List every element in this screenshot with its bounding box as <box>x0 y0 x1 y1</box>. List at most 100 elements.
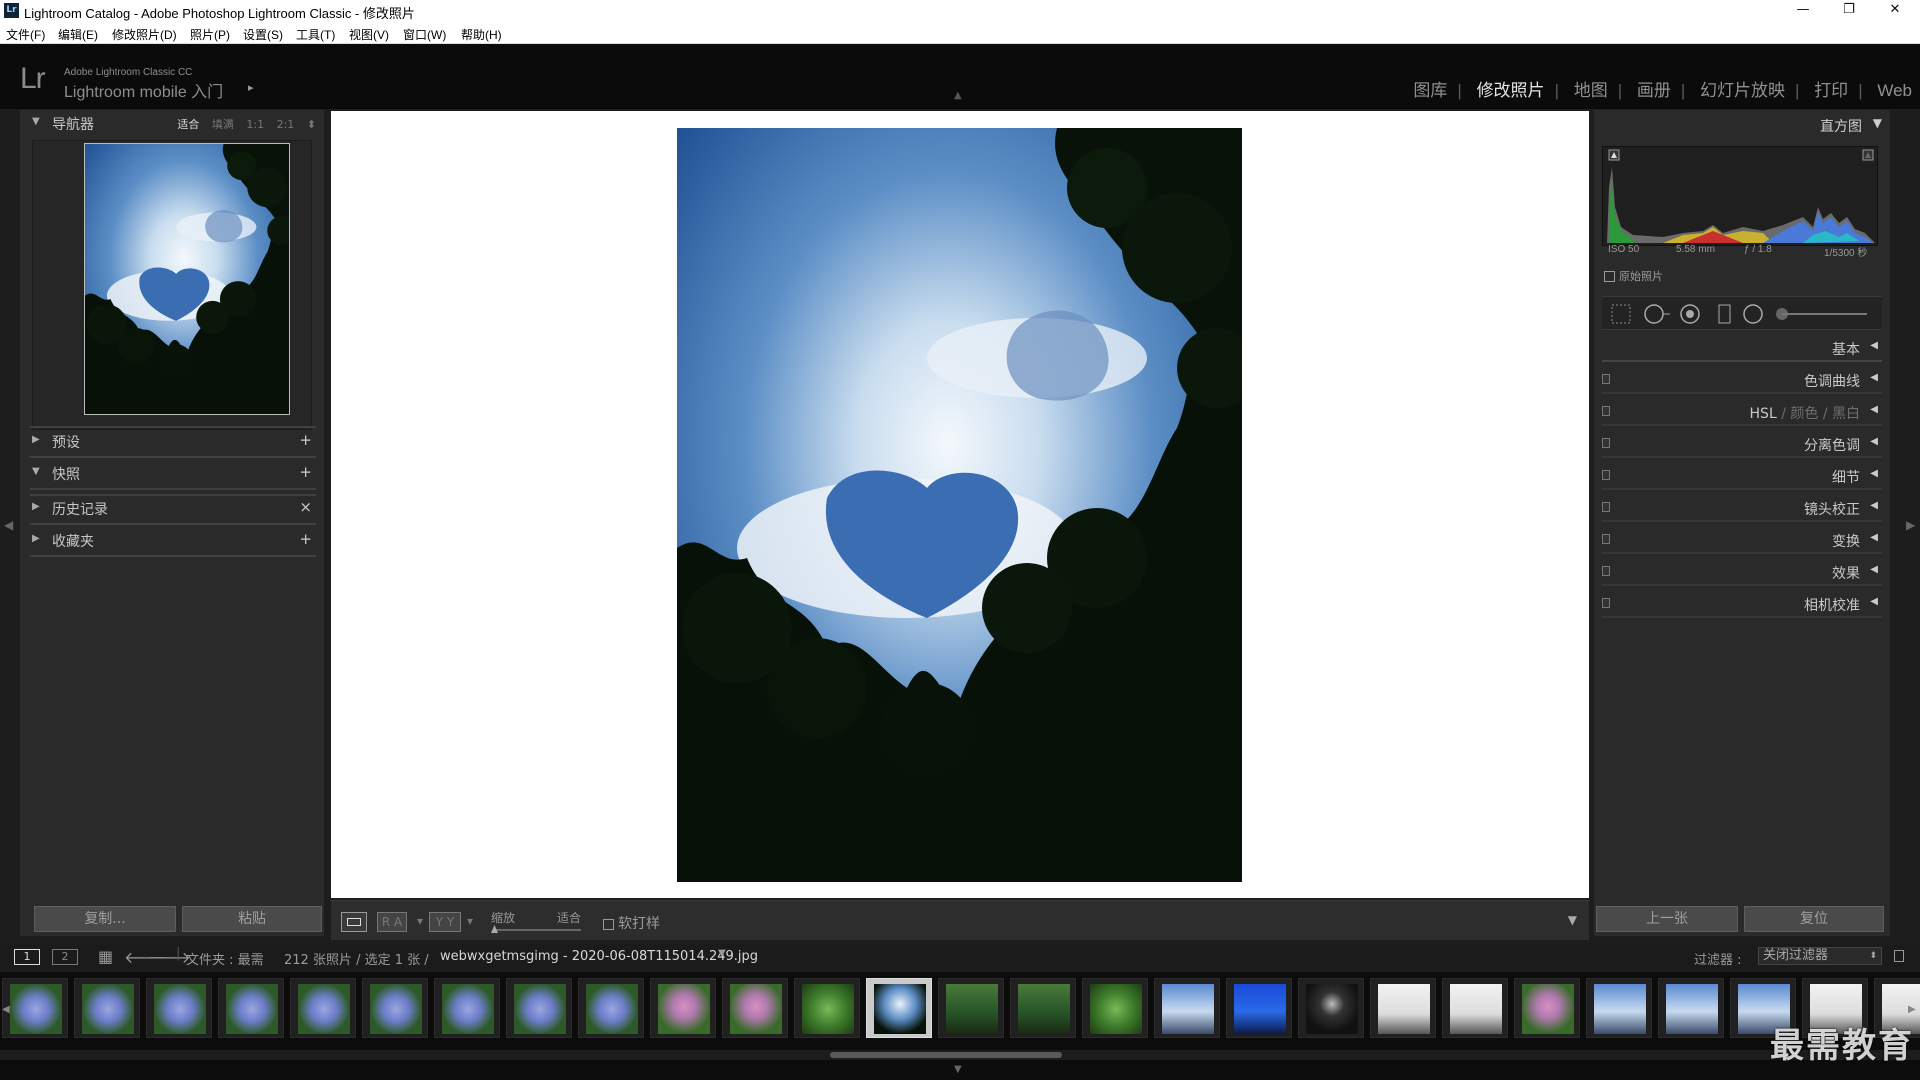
spot-removal-icon[interactable] <box>1644 304 1670 324</box>
previous-button[interactable]: 上一张 <box>1596 906 1738 932</box>
filmstrip-thumbnail[interactable] <box>2 978 68 1038</box>
module-web[interactable]: Web <box>1877 81 1912 100</box>
minimize-icon[interactable]: — <box>1780 0 1826 22</box>
module-book[interactable]: 画册 <box>1637 81 1671 100</box>
copy-settings-button[interactable]: 复制... <box>34 906 176 932</box>
zoom-2-1[interactable]: 2:1 <box>277 118 295 131</box>
filmstrip-scrollbar[interactable] <box>830 1052 1062 1058</box>
filmstrip-thumbnail[interactable] <box>794 978 860 1038</box>
forward-arrow-icon[interactable]: 🡒 <box>148 947 191 967</box>
collections-header[interactable]: ▶ 收藏夹 + <box>26 529 318 553</box>
dropdown-arrow-icon[interactable]: ▾ <box>465 912 475 932</box>
module-map[interactable]: 地图 <box>1574 81 1608 100</box>
snapshots-header[interactable]: ▼ 快照 + <box>26 462 318 486</box>
scroll-right-icon[interactable]: ▶ <box>1908 1004 1916 1015</box>
add-collection-icon[interactable]: + <box>299 530 312 548</box>
filmstrip-thumbnail[interactable] <box>218 978 284 1038</box>
filmstrip-thumbnail[interactable] <box>578 978 644 1038</box>
histogram[interactable] <box>1602 146 1878 246</box>
close-icon[interactable]: ✕ <box>1872 0 1918 22</box>
module-slideshow[interactable]: 幻灯片放映 <box>1700 81 1785 100</box>
filter-select[interactable]: 关闭过滤器 ⬍ <box>1758 947 1882 965</box>
page-2-button[interactable]: 2 <box>52 949 78 965</box>
reset-button[interactable]: 复位 <box>1744 906 1884 932</box>
zoom-slider-track[interactable] <box>493 929 581 931</box>
menu-photo[interactable]: 照片(P) <box>190 26 230 43</box>
paste-settings-button[interactable]: 粘贴 <box>182 906 322 932</box>
folder-label[interactable]: 文件夹 : 最需 <box>186 949 264 968</box>
filmstrip-thumbnail[interactable] <box>434 978 500 1038</box>
loupe-view-icon[interactable] <box>341 912 367 932</box>
menu-window[interactable]: 窗口(W) <box>403 26 446 43</box>
original-photo-toggle[interactable]: 原始照片 <box>1604 268 1663 284</box>
filmstrip-thumbnail[interactable] <box>74 978 140 1038</box>
panel-switch-icon[interactable] <box>1602 534 1610 544</box>
red-eye-icon[interactable] <box>1680 304 1700 324</box>
panel-tone-curve[interactable]: 色调曲线 ◀ <box>1602 366 1882 394</box>
restore-icon[interactable]: ❐ <box>1826 0 1872 22</box>
histogram-collapse-icon[interactable]: ▼ <box>1873 116 1882 130</box>
clear-history-icon[interactable]: × <box>299 498 312 516</box>
soft-proofing-checkbox[interactable] <box>603 919 614 930</box>
add-snapshot-icon[interactable]: + <box>299 463 312 481</box>
panel-detail[interactable]: 细节 ◀ <box>1602 462 1882 490</box>
zoom-dropdown-icon[interactable]: ⬍ <box>307 118 316 131</box>
presets-header[interactable]: ▶ 预设 + <box>26 430 318 454</box>
panel-camera-calibration[interactable]: 相机校准 ◀ <box>1602 590 1882 618</box>
zoom-1-1[interactable]: 1:1 <box>246 118 264 131</box>
play-arrow-icon[interactable]: ▸ <box>248 81 254 94</box>
panel-transform[interactable]: 变换 ◀ <box>1602 526 1882 554</box>
collapse-right-icon[interactable]: ▶ <box>1906 518 1915 532</box>
before-after-yy-button[interactable]: Y Y <box>429 912 461 932</box>
main-photo[interactable] <box>677 128 1242 882</box>
radial-filter-icon[interactable] <box>1743 304 1763 324</box>
scroll-left-icon[interactable]: ◀ <box>2 1004 10 1015</box>
zoom-fit[interactable]: 适合 <box>177 118 199 131</box>
color-tab[interactable]: 颜色 <box>1790 406 1818 422</box>
zoom-fill[interactable]: 填满 <box>212 118 234 131</box>
panel-effects[interactable]: 效果 ◀ <box>1602 558 1882 586</box>
before-after-ra-button[interactable]: R A <box>377 912 407 932</box>
crop-overlay-icon[interactable] <box>1611 304 1631 324</box>
adjustment-brush-icon[interactable] <box>1776 308 1867 320</box>
panel-basic[interactable]: 基本 ◀ <box>1602 334 1882 362</box>
collapse-bottom-icon[interactable]: ▼ <box>954 1064 962 1075</box>
add-preset-icon[interactable]: + <box>299 431 312 449</box>
filmstrip-thumbnail[interactable] <box>506 978 572 1038</box>
toolbar-menu-icon[interactable]: ▼ <box>1568 913 1577 927</box>
page-1-button[interactable]: 1 <box>14 949 40 965</box>
menu-tools[interactable]: 工具(T) <box>296 26 335 43</box>
module-develop[interactable]: 修改照片 <box>1477 81 1545 100</box>
filename-dropdown-icon[interactable]: ▼ <box>718 948 726 959</box>
filmstrip-thumbnail[interactable] <box>866 978 932 1038</box>
panel-split-toning[interactable]: 分离色调 ◀ <box>1602 430 1882 458</box>
bw-tab[interactable]: 黑白 <box>1832 406 1860 422</box>
filmstrip-thumbnail[interactable] <box>146 978 212 1038</box>
panel-switch-icon[interactable] <box>1602 470 1610 480</box>
menu-develop[interactable]: 修改照片(D) <box>112 26 177 43</box>
collapse-left-icon[interactable]: ◀ <box>4 518 13 532</box>
identity-mobile-link[interactable]: Lightroom mobile 入门 <box>64 78 223 102</box>
panel-lens-corrections[interactable]: 镜头校正 ◀ <box>1602 494 1882 522</box>
navigator-thumbnail[interactable] <box>84 143 290 415</box>
panel-hsl[interactable]: HSL / 颜色 / 黑白 ◀ <box>1602 398 1882 426</box>
filmstrip-thumbnail[interactable] <box>1586 978 1652 1038</box>
filmstrip-thumbnail[interactable] <box>722 978 788 1038</box>
soft-proofing-toggle[interactable]: 软打样 <box>603 913 660 933</box>
grid-view-icon[interactable]: ▦ <box>98 947 113 966</box>
filmstrip-thumbnail[interactable] <box>1298 978 1364 1038</box>
history-header[interactable]: ▶ 历史记录 × <box>26 497 318 521</box>
filmstrip-thumbnail[interactable] <box>1082 978 1148 1038</box>
panel-switch-icon[interactable] <box>1602 566 1610 576</box>
dropdown-arrow-icon[interactable]: ▾ <box>415 912 425 932</box>
panel-switch-icon[interactable] <box>1602 438 1610 448</box>
filmstrip-thumbnail[interactable] <box>1226 978 1292 1038</box>
menu-help[interactable]: 帮助(H) <box>461 26 502 43</box>
module-print[interactable]: 打印 <box>1814 81 1848 100</box>
filmstrip-thumbnail[interactable] <box>1010 978 1076 1038</box>
menu-edit[interactable]: 编辑(E) <box>58 26 98 43</box>
filmstrip-thumbnail[interactable] <box>1658 978 1724 1038</box>
filter-lock-icon[interactable] <box>1894 950 1904 962</box>
panel-switch-icon[interactable] <box>1602 374 1610 384</box>
filmstrip-thumbnail[interactable] <box>1442 978 1508 1038</box>
